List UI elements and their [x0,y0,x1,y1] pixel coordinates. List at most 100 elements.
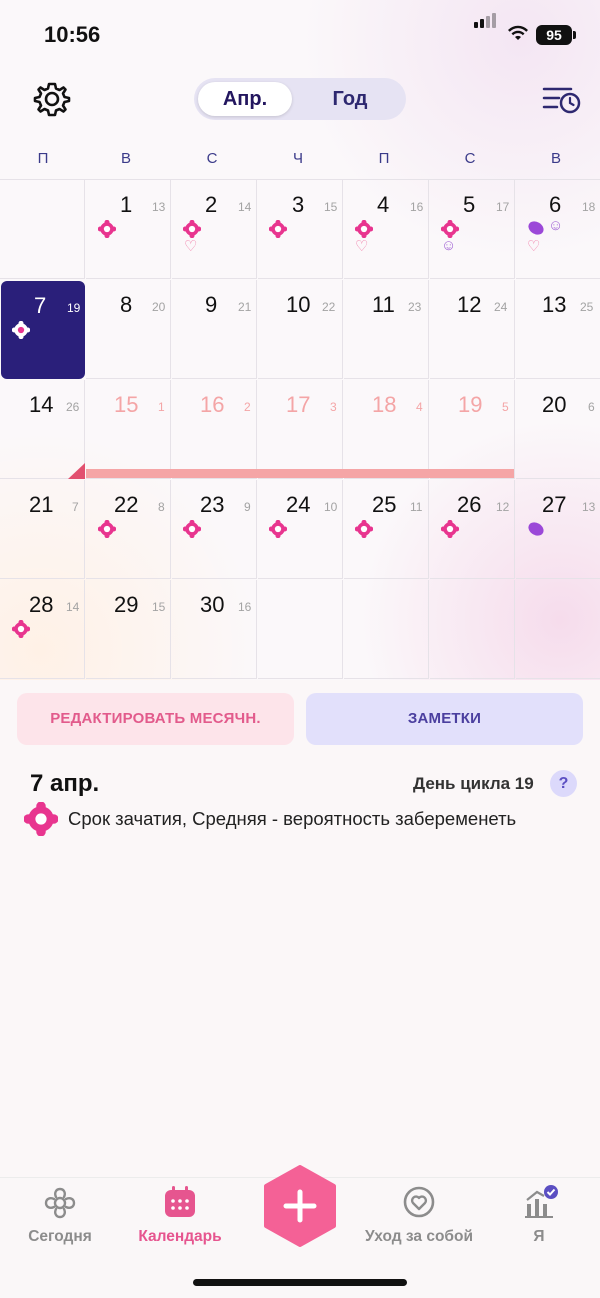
tab-today[interactable]: Сегодня [0,1228,120,1246]
fertile-flower-icon [441,520,459,538]
day-number: 28 [29,592,54,617]
day-number: 24 [286,492,311,517]
calendar-day[interactable]: 14 26 [0,380,85,479]
settings-gear-icon[interactable] [33,80,71,118]
calendar-day[interactable]: 2 14 ♡ [172,180,257,279]
day-number: 18 [372,392,397,417]
calendar-day[interactable]: 29 15 [86,580,171,679]
cycle-day-number: 15 [324,200,338,214]
cycle-day-number: 16 [238,600,252,614]
day-number: 25 [372,492,397,517]
fertile-flower-icon [24,802,58,836]
calendar-day[interactable]: 20 6 [516,380,600,479]
calendar-day[interactable]: 4 16 ♡ [344,180,429,279]
calendar-day-predicted-period[interactable]: 15 1 [86,380,171,479]
calendar-day[interactable]: 21 7 [0,480,85,579]
day-number: 17 [286,392,311,417]
calendar-day[interactable]: 24 10 [258,480,343,579]
cycle-day-number: 3 [330,400,337,414]
calendar-day-empty [430,580,515,679]
weekday-label: С [464,150,476,167]
symptom-oval-icon [526,218,546,238]
day-number: 21 [29,492,54,517]
calendar-day[interactable]: 30 16 [172,580,257,679]
calendar-day-selected[interactable]: 7 19 [1,281,85,379]
day-number: 2 [205,192,218,217]
tab-self-care[interactable]: Уход за собой [359,1228,479,1246]
calendar-day[interactable]: 27 13 [516,480,600,579]
calendar-day[interactable]: 28 14 [0,580,85,679]
calendar-day[interactable]: 13 25 [516,280,600,379]
day-number: 13 [542,292,567,317]
cycle-day-number: 26 [66,400,80,414]
cycle-day-number: 14 [66,600,80,614]
calendar-day[interactable]: 5 17 ☺ [430,180,515,279]
calendar-day-predicted-period[interactable]: 17 3 [258,380,343,479]
segment-month[interactable]: Апр. [198,82,292,116]
tab-me[interactable]: Я [479,1228,599,1246]
day-number: 16 [200,392,225,417]
fertile-flower-icon [12,620,30,638]
heart-icon: ♡ [355,238,369,255]
cycle-day-number: 20 [152,300,166,314]
flower-outline-icon [44,1187,76,1219]
calendar-day-empty [0,180,85,279]
calendar-day-predicted-period[interactable]: 18 4 [344,380,429,479]
day-number: 19 [458,392,483,417]
day-number: 7 [34,293,47,318]
notes-button[interactable]: ЗАМЕТКИ [306,693,583,745]
day-number: 9 [205,292,218,317]
calendar-day-predicted-period[interactable]: 19 5 [430,380,515,479]
calendar-day[interactable]: 22 8 [86,480,171,579]
edit-period-button[interactable]: РЕДАКТИРОВАТЬ МЕСЯЧН. [17,693,294,745]
calendar-day[interactable]: 3 15 [258,180,343,279]
cycle-day-number: 5 [502,400,509,414]
day-number: 22 [114,492,139,517]
day-number: 15 [114,392,139,417]
day-number: 26 [457,492,482,517]
add-plus-button[interactable] [263,1165,337,1247]
selected-date-title: 7 апр. [30,770,100,797]
calendar-day[interactable]: 6 18 ☺ ♡ [516,180,600,279]
wifi-icon [508,25,528,40]
cycle-day-number: 8 [158,500,165,514]
cycle-day-number: 17 [496,200,510,214]
calendar-day[interactable]: 8 20 [86,280,171,379]
help-button[interactable]: ? [550,770,577,797]
cycle-day-number: 24 [494,300,508,314]
calendar-day[interactable]: 23 9 [172,480,257,579]
segment-year[interactable]: Год [300,82,400,116]
calendar-day-predicted-period[interactable]: 16 2 [172,380,257,479]
day-number: 11 [372,292,395,317]
symptom-oval-icon [526,519,546,539]
calendar-day[interactable]: 12 24 [430,280,515,379]
fertile-flower-icon [12,321,30,339]
day-number: 29 [114,592,139,617]
calendar-day-empty [258,580,343,679]
day-number: 1 [120,192,133,217]
calendar-day-empty [344,580,429,679]
fertile-flower-icon [98,220,116,238]
fertile-flower-icon [441,220,459,238]
day-number: 5 [463,192,476,217]
predicted-period-bar [86,469,514,478]
calendar-day-empty [516,580,600,679]
weekday-label: С [206,150,218,167]
tab-calendar[interactable]: Календарь [120,1228,240,1246]
calendar-day[interactable]: 25 11 [344,480,429,579]
cycle-day-number: 18 [582,200,596,214]
calendar-day[interactable]: 9 21 [172,280,257,379]
cycle-day-number: 13 [582,500,596,514]
day-number: 6 [549,192,562,217]
cycle-history-icon[interactable] [541,82,581,116]
day-number: 20 [542,392,567,417]
day-number: 10 [286,292,311,317]
day-number: 27 [542,492,567,517]
calendar-day[interactable]: 10 22 [258,280,343,379]
calendar-day[interactable]: 26 12 [430,480,515,579]
fertile-flower-icon [355,520,373,538]
calendar-day[interactable]: 11 23 [344,280,429,379]
calendar-day[interactable]: 1 13 [86,180,171,279]
weekday-label: П [37,150,49,167]
heart-icon: ♡ [527,238,541,255]
